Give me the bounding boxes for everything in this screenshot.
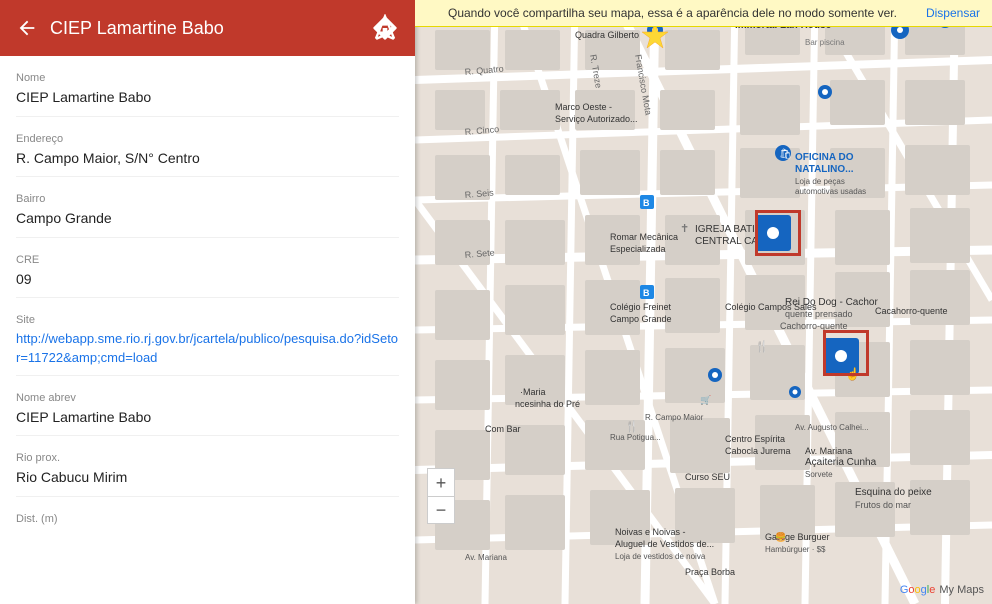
- svg-text:Açaiteria Cunha: Açaiteria Cunha: [805, 457, 877, 468]
- svg-text:Colégio Freinet: Colégio Freinet: [610, 302, 672, 312]
- site-field: Site http://webapp.sme.rio.rj.gov.br/jca…: [16, 298, 399, 375]
- cre-value: 09: [16, 270, 399, 290]
- bairro-label: Bairro: [16, 193, 399, 205]
- zoom-in-button[interactable]: +: [427, 468, 455, 496]
- map-banner: Quando você compartilha seu mapa, essa é…: [415, 0, 992, 27]
- svg-text:Noivas e Noivas -: Noivas e Noivas -: [615, 527, 686, 537]
- svg-text:Cabocla Jurema: Cabocla Jurema: [725, 446, 791, 456]
- map-area[interactable]: Quando você compartilha seu mapa, essa é…: [415, 0, 992, 604]
- endereco-field: Endereço R. Campo Maior, S/N° Centro: [16, 117, 399, 178]
- endereco-value: R. Campo Maior, S/N° Centro: [16, 149, 399, 169]
- svg-text:🍴: 🍴: [755, 340, 769, 353]
- svg-text:Especializada: Especializada: [610, 244, 666, 254]
- svg-text:🛒: 🛒: [700, 394, 711, 405]
- svg-text:automotivas usadas: automotivas usadas: [795, 187, 866, 196]
- svg-text:ncesinha do Pré: ncesinha do Pré: [515, 399, 580, 409]
- svg-text:Av. Mariana: Av. Mariana: [465, 553, 507, 562]
- svg-text:Romar Mecânica: Romar Mecânica: [610, 232, 678, 242]
- endereco-label: Endereço: [16, 133, 399, 145]
- svg-text:quente prensado: quente prensado: [785, 309, 853, 319]
- mymaps-text: My Maps: [939, 584, 984, 596]
- svg-text:·Maria: ·Maria: [520, 387, 546, 397]
- svg-text:Rua Potigua...: Rua Potigua...: [610, 433, 661, 442]
- svg-text:Loja de vestidos de noiva: Loja de vestidos de noiva: [615, 552, 706, 561]
- nome-value: CIEP Lamartine Babo: [16, 88, 399, 108]
- banner-text: Quando você compartilha seu mapa, essa é…: [427, 6, 918, 20]
- svg-text:OFICINA DO: OFICINA DO: [795, 152, 854, 163]
- svg-text:Quadra Gilberto: Quadra Gilberto: [575, 30, 639, 40]
- svg-text:Serviço Autorizado...: Serviço Autorizado...: [555, 114, 638, 124]
- svg-text:🍴: 🍴: [625, 420, 639, 433]
- svg-text:NATALINO...: NATALINO...: [795, 164, 854, 175]
- svg-text:Aluguel de Vestidos de...: Aluguel de Vestidos de...: [615, 539, 714, 549]
- svg-text:Campo Grande: Campo Grande: [610, 314, 672, 324]
- google-logo: Google My Maps: [900, 584, 984, 596]
- panel-title: CIEP Lamartine Babo: [50, 18, 371, 39]
- bairro-value: Campo Grande: [16, 209, 399, 229]
- directions-button[interactable]: [371, 14, 399, 42]
- panel-content: Nome CIEP Lamartine Babo Endereço R. Cam…: [0, 56, 415, 604]
- svg-text:Av. Augusto Calhei...: Av. Augusto Calhei...: [795, 423, 869, 432]
- cre-label: CRE: [16, 254, 399, 266]
- nome-abrev-field: Nome abrev CIEP Lamartine Babo: [16, 376, 399, 437]
- svg-text:Sorvete: Sorvete: [805, 470, 833, 479]
- svg-text:Cacahorro-quente: Cacahorro-quente: [875, 306, 948, 316]
- svg-text:Av. Mariana: Av. Mariana: [805, 446, 852, 456]
- dist-field: Dist. (m): [16, 497, 399, 537]
- nome-abrev-value: CIEP Lamartine Babo: [16, 408, 399, 428]
- svg-text:Praça Borba: Praça Borba: [685, 567, 735, 577]
- site-label: Site: [16, 314, 399, 326]
- svg-text:Rei Do Dog - Cachor: Rei Do Dog - Cachor: [785, 297, 878, 308]
- svg-text:Bar piscina: Bar piscina: [805, 38, 845, 47]
- svg-text:Frutos do mar: Frutos do mar: [855, 500, 911, 510]
- svg-text:Marco Oeste -: Marco Oeste -: [555, 102, 612, 112]
- svg-text:Curso SEU: Curso SEU: [685, 472, 730, 482]
- detail-panel: CIEP Lamartine Babo Nome CIEP Lamartine …: [0, 0, 415, 604]
- svg-text:Com Bar: Com Bar: [485, 424, 521, 434]
- zoom-out-button[interactable]: −: [427, 496, 455, 524]
- svg-text:☝: ☝: [845, 366, 860, 381]
- svg-text:Esquina do peixe: Esquina do peixe: [855, 487, 932, 498]
- svg-text:🍔: 🍔: [775, 531, 786, 542]
- svg-text:B: B: [643, 198, 650, 208]
- svg-text:🛍: 🛍: [779, 148, 792, 160]
- dismiss-button[interactable]: Dispensar: [926, 6, 980, 20]
- nome-label: Nome: [16, 72, 399, 84]
- back-button[interactable]: [16, 17, 38, 39]
- nome-abrev-label: Nome abrev: [16, 392, 399, 404]
- map-svg: R. Quatro R. Cinco R. Seis R. Sete R. Tr…: [415, 0, 992, 604]
- svg-text:✝: ✝: [680, 223, 689, 235]
- zoom-controls: + −: [427, 468, 455, 524]
- dist-label: Dist. (m): [16, 513, 399, 525]
- svg-text:Hambúrguer · $$: Hambúrguer · $$: [765, 545, 826, 554]
- bairro-field: Bairro Campo Grande: [16, 177, 399, 238]
- cre-field: CRE 09: [16, 238, 399, 299]
- google-g-logo: Google: [900, 584, 936, 596]
- rio-prox-field: Rio prox. Rio Cabucu Mirim: [16, 436, 399, 497]
- rio-prox-value: Rio Cabucu Mirim: [16, 468, 399, 488]
- svg-text:Cachorro-quente: Cachorro-quente: [780, 321, 848, 331]
- rio-prox-label: Rio prox.: [16, 452, 399, 464]
- svg-text:Loja de peças: Loja de peças: [795, 177, 845, 186]
- panel-header: CIEP Lamartine Babo: [0, 0, 415, 56]
- nome-field: Nome CIEP Lamartine Babo: [16, 56, 399, 117]
- svg-text:B: B: [643, 288, 650, 298]
- svg-text:Centro Espírita: Centro Espírita: [725, 434, 785, 444]
- svg-text:R. Campo Maior: R. Campo Maior: [645, 413, 704, 422]
- site-link[interactable]: http://webapp.sme.rio.rj.gov.br/jcartela…: [16, 331, 398, 364]
